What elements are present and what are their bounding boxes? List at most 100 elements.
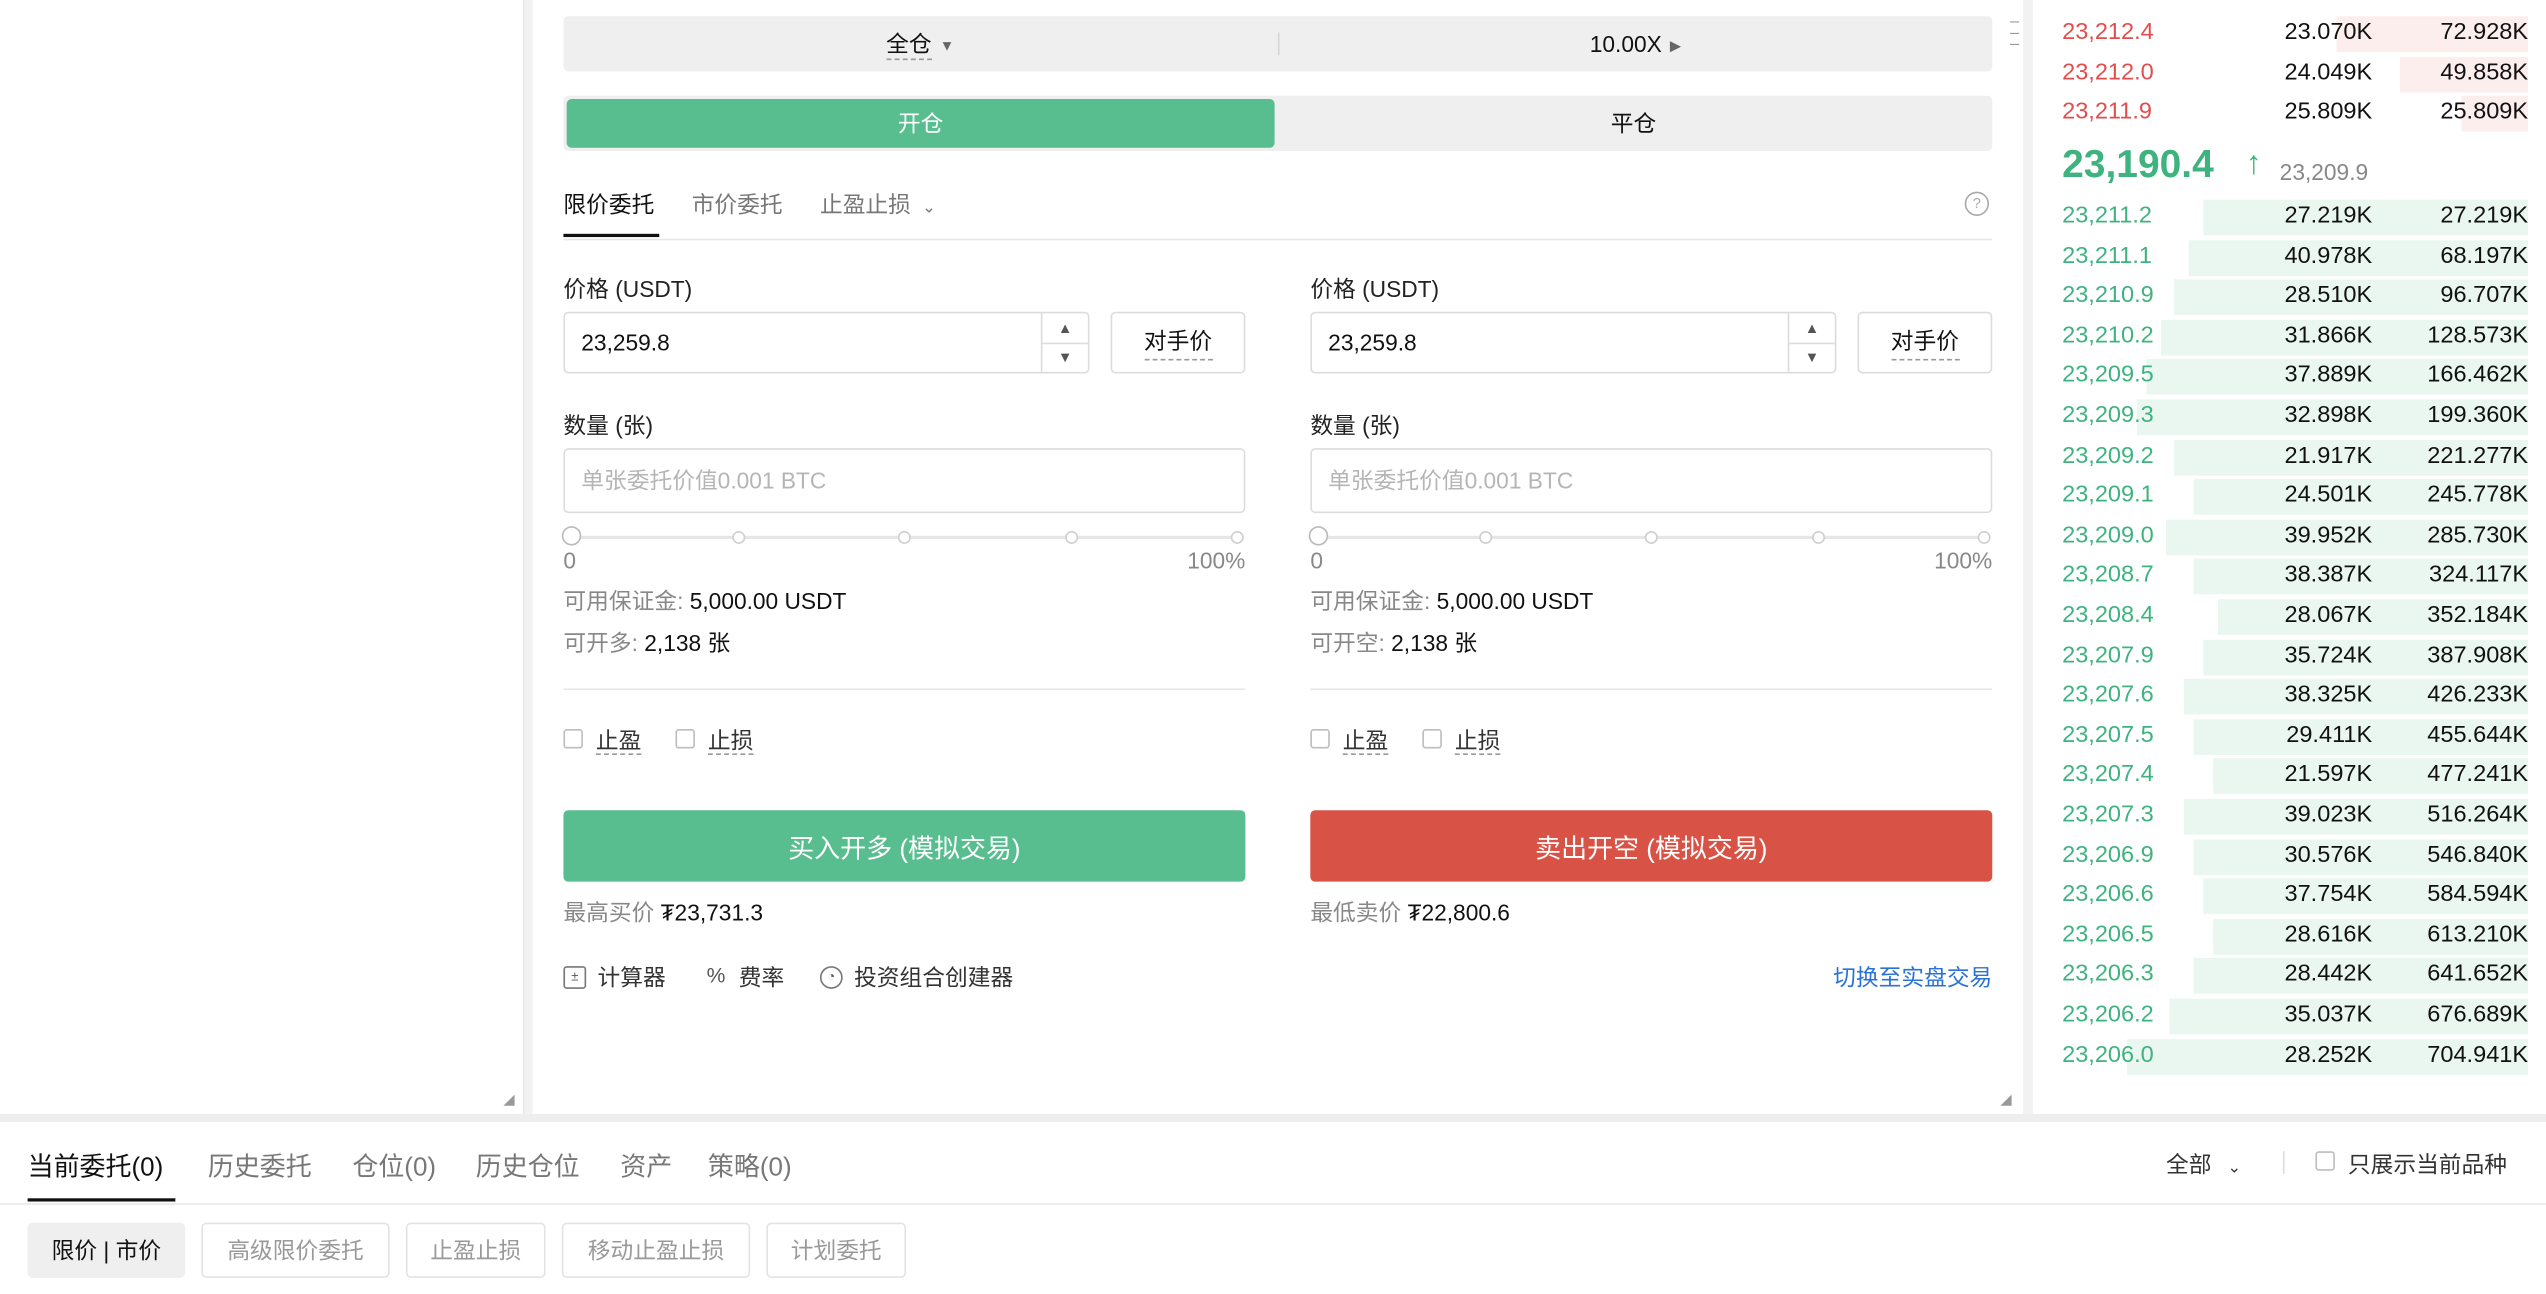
bid-row[interactable]: 23,207.6 38.325K 426.233K <box>2033 677 2546 716</box>
bid-row[interactable]: 23,208.7 38.387K 324.117K <box>2033 558 2546 597</box>
tab-order-history[interactable]: 历史委托 <box>208 1145 312 1184</box>
bid-price: 23,209.0 <box>2062 522 2154 549</box>
resize-handle-icon[interactable]: ◢ <box>2000 1091 2016 1107</box>
bid-row[interactable]: 23,206.2 35.037K 676.689K <box>2033 997 2546 1036</box>
pane-gutter[interactable] <box>2023 0 2033 1114</box>
buy-quantity-slider[interactable] <box>561 526 1245 547</box>
bid-row[interactable]: 23,207.5 29.411K 455.644K <box>2033 717 2546 756</box>
available-margin-label: 可用保证金: <box>563 587 684 614</box>
bid-row[interactable]: 23,207.4 21.597K 477.241K <box>2033 757 2546 796</box>
switch-to-live-trading-link[interactable]: 切换至实盘交易 <box>1833 961 1992 993</box>
tab-position-history[interactable]: 历史仓位 <box>476 1145 580 1184</box>
bid-total: 704.941K <box>2427 1041 2529 1068</box>
ask-row[interactable]: 23,212.4 23.070K 72.928K <box>2033 15 2546 54</box>
slider-tick-75[interactable] <box>1065 530 1079 544</box>
subtab-limit-market[interactable]: 限价 | 市价 <box>27 1222 186 1278</box>
bid-row[interactable]: 23,206.6 37.754K 584.594K <box>2033 877 2546 916</box>
resize-handle-icon[interactable]: ◢ <box>503 1091 519 1107</box>
buy-price-input[interactable]: 23,259.8 ▲ ▼ <box>563 311 1090 374</box>
bid-size: 39.952K <box>2284 522 2373 549</box>
divider <box>2282 1151 2285 1174</box>
bid-row[interactable]: 23,209.3 32.898K 199.360K <box>2033 398 2546 437</box>
bid-total: 641.652K <box>2427 961 2529 988</box>
bid-row[interactable]: 23,206.3 28.442K 641.652K <box>2033 957 2546 996</box>
bid-row[interactable]: 23,211.2 27.219K 27.219K <box>2033 198 2546 237</box>
bid-row[interactable]: 23,211.1 40.978K 68.197K <box>2033 238 2546 277</box>
bid-row[interactable]: 23,206.5 28.616K 613.210K <box>2033 917 2546 956</box>
bid-row[interactable]: 23,210.2 31.866K 128.573K <box>2033 318 2546 357</box>
bid-size: 24.501K <box>2284 482 2373 509</box>
buy-quantity-input[interactable] <box>581 467 1215 494</box>
sell-price-input[interactable]: 23,259.8 ▲ ▼ <box>1310 311 1837 374</box>
bid-row[interactable]: 23,206.9 30.576K 546.840K <box>2033 837 2546 876</box>
bid-price: 23,207.5 <box>2062 722 2154 749</box>
decrement-icon[interactable]: ▼ <box>1042 343 1087 372</box>
take-profit-checkbox[interactable] <box>1310 729 1330 749</box>
bid-row[interactable]: 23,207.9 35.724K 387.908K <box>2033 637 2546 676</box>
stop-loss-checkbox[interactable] <box>1422 729 1442 749</box>
subtab-tp-sl[interactable]: 止盈止损 <box>405 1222 546 1278</box>
bid-size: 28.067K <box>2284 602 2373 629</box>
sell-counter-price-button[interactable]: 对手价 <box>1857 311 1993 374</box>
increment-icon[interactable]: ▲ <box>1042 313 1088 345</box>
section-divider[interactable] <box>0 1113 2546 1122</box>
tab-strategies[interactable]: 策略(0) <box>708 1145 792 1184</box>
sell-quantity-input[interactable] <box>1328 467 1962 494</box>
slider-tick-100[interactable] <box>1977 530 1991 544</box>
slider-tick-25[interactable] <box>1479 530 1493 544</box>
portfolio-builder-button[interactable]: ◔ 投资组合创建器 <box>819 961 1013 993</box>
buy-open-long-button[interactable]: 买入开多 (模拟交易) <box>563 810 1246 882</box>
decrement-icon[interactable]: ▼ <box>1789 343 1834 372</box>
take-profit-checkbox[interactable] <box>563 729 583 749</box>
bid-row[interactable]: 23,206.0 28.252K 704.941K <box>2033 1037 2546 1076</box>
sell-quantity-slider[interactable] <box>1308 526 1992 547</box>
bid-row[interactable]: 23,208.4 28.067K 352.184K <box>2033 598 2546 637</box>
bid-row[interactable]: 23,209.5 37.889K 166.462K <box>2033 358 2546 397</box>
bid-size: 28.442K <box>2284 961 2373 988</box>
tab-positions[interactable]: 仓位(0) <box>352 1145 436 1184</box>
subtab-advanced-limit[interactable]: 高级限价委托 <box>201 1222 390 1278</box>
pane-gutter[interactable] <box>524 0 533 1114</box>
slider-tick-25[interactable] <box>732 530 746 544</box>
bid-size: 35.037K <box>2284 1001 2373 1028</box>
bid-price: 23,210.9 <box>2062 282 2154 309</box>
tab-current-orders[interactable]: 当前委托(0) <box>28 1145 164 1184</box>
ask-row[interactable]: 23,211.9 25.809K 25.809K <box>2033 94 2546 133</box>
arrow-up-icon: ↑ <box>2245 146 2262 182</box>
stop-loss-checkbox[interactable] <box>675 729 695 749</box>
bid-price: 23,209.5 <box>2062 362 2154 389</box>
subtab-trailing-stop[interactable]: 移动止盈止损 <box>561 1222 751 1278</box>
drag-grip-icon[interactable]: – – – <box>2010 14 2023 53</box>
counter-price-label: 对手价 <box>1143 325 1213 361</box>
slider-tick-50[interactable] <box>897 530 911 544</box>
chevron-down-icon: ⌄ <box>2227 1159 2242 1178</box>
bid-price: 23,207.4 <box>2062 762 2154 789</box>
bid-row[interactable]: 23,207.3 39.023K 516.264K <box>2033 797 2546 836</box>
subtab-trigger-order[interactable]: 计划委托 <box>766 1222 907 1278</box>
slider-tick-50[interactable] <box>1644 530 1658 544</box>
bid-row[interactable]: 23,209.1 24.501K 245.778K <box>2033 478 2546 517</box>
only-current-checkbox[interactable] <box>2315 1151 2335 1171</box>
bid-total: 221.277K <box>2427 442 2529 469</box>
last-price: 23,190.4 <box>2062 142 2214 187</box>
sell-open-short-button[interactable]: 卖出开空 (模拟交易) <box>1310 810 1993 882</box>
ask-row[interactable]: 23,212.0 24.049K 49.858K <box>2033 55 2546 94</box>
filter-all-select[interactable]: 全部 ⌄ <box>2166 1148 2241 1180</box>
buy-counter-price-button[interactable]: 对手价 <box>1110 311 1246 374</box>
slider-handle[interactable] <box>1308 526 1329 546</box>
slider-handle[interactable] <box>561 526 582 546</box>
bid-row[interactable]: 23,209.0 39.952K 285.730K <box>2033 518 2546 557</box>
tab-assets[interactable]: 资产 <box>620 1145 672 1184</box>
available-margin-value: 5,000.00 USDT <box>1436 587 1594 614</box>
divider <box>563 688 1246 691</box>
calculator-button[interactable]: ± 计算器 <box>563 961 666 993</box>
fee-rate-button[interactable]: % 费率 <box>705 961 785 993</box>
bid-row[interactable]: 23,209.2 21.917K 221.277K <box>2033 438 2546 477</box>
slider-max-label: 100% <box>1187 547 1246 574</box>
available-open: 可开多: 2,138 张 <box>563 627 730 659</box>
slider-tick-100[interactable] <box>1230 530 1244 544</box>
slider-tick-75[interactable] <box>1812 530 1826 544</box>
increment-icon[interactable]: ▲ <box>1789 313 1835 345</box>
portfolio-icon: ◔ <box>819 966 843 989</box>
bid-row[interactable]: 23,210.9 28.510K 96.707K <box>2033 278 2546 317</box>
